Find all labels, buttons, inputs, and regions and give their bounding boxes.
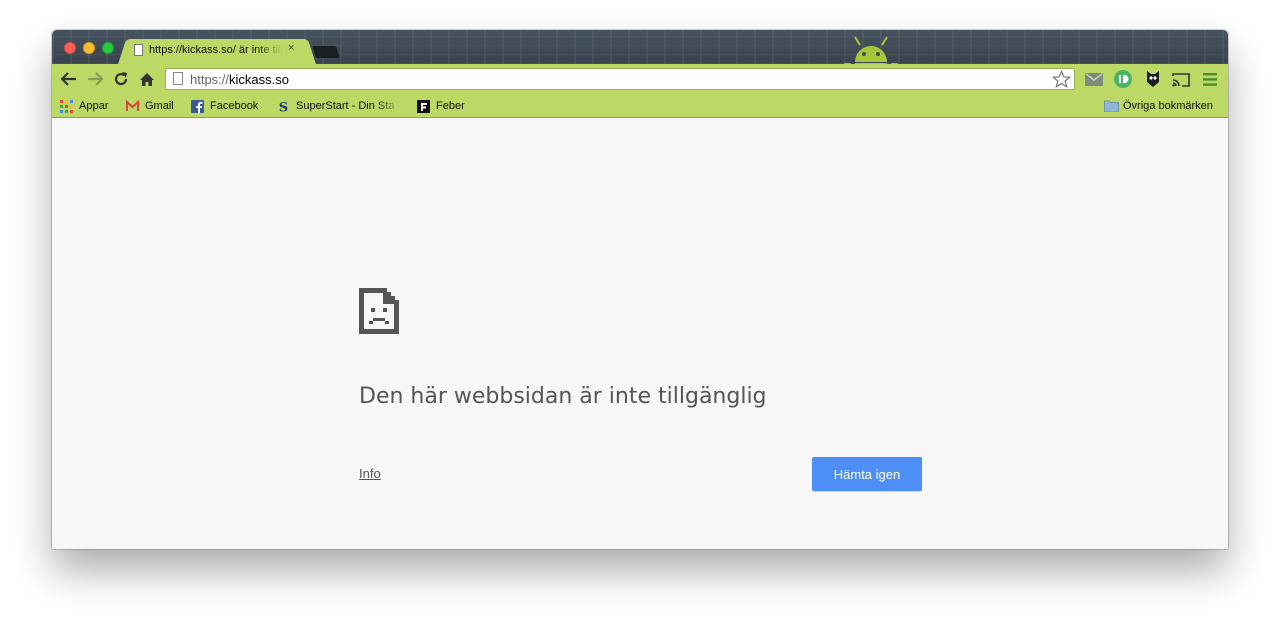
close-window-button[interactable] bbox=[64, 42, 76, 54]
other-bookmarks-folder[interactable]: Övriga bokmärken bbox=[1104, 98, 1213, 114]
hootsuite-owl-icon bbox=[1147, 71, 1159, 87]
forward-arrow-icon bbox=[88, 72, 103, 86]
page-icon bbox=[134, 44, 143, 56]
gmail-checker-button[interactable] bbox=[1085, 70, 1103, 88]
back-arrow-icon bbox=[61, 72, 76, 86]
zoom-window-button[interactable] bbox=[102, 42, 114, 54]
page-icon bbox=[173, 72, 183, 85]
pushbullet-icon bbox=[1114, 70, 1132, 88]
svg-text:S: S bbox=[279, 100, 288, 113]
reload-page-button[interactable]: Hämta igen bbox=[812, 457, 922, 491]
other-bookmarks-label: Övriga bokmärken bbox=[1123, 100, 1213, 112]
menu-icon bbox=[1203, 72, 1217, 86]
bookmark-label: Facebook bbox=[210, 100, 259, 112]
bookmark-label: Feber bbox=[436, 100, 465, 112]
forward-button[interactable] bbox=[85, 69, 105, 89]
gmail-checker-icon bbox=[1085, 72, 1103, 86]
bookmark-label: SuperStart - Din Sta bbox=[296, 100, 395, 112]
url-text[interactable]: https://kickass.so bbox=[190, 72, 289, 87]
facebook-icon bbox=[191, 99, 204, 113]
feber-icon bbox=[417, 99, 430, 113]
folder-icon bbox=[1104, 100, 1119, 112]
bookmark-facebook[interactable]: Facebook bbox=[191, 98, 258, 114]
chrome-menu-button[interactable] bbox=[1201, 70, 1219, 88]
tab-close-icon[interactable]: × bbox=[288, 42, 294, 54]
error-heading: Den här webbsidan är inte tillgänglig bbox=[359, 384, 767, 409]
back-button[interactable] bbox=[59, 69, 79, 89]
bookmark-gmail[interactable]: Gmail bbox=[126, 98, 174, 114]
browser-toolbar: https://kickass.so bbox=[52, 64, 1228, 94]
browser-window: https://kickass.so/ är inte tillgänglig … bbox=[52, 30, 1228, 549]
cast-icon bbox=[1172, 72, 1190, 87]
bookmark-label: Appar bbox=[79, 100, 109, 112]
bookmark-label: Gmail bbox=[145, 100, 174, 112]
cast-button[interactable] bbox=[1172, 70, 1190, 88]
active-tab[interactable]: https://kickass.so/ är inte tillgänglig … bbox=[128, 39, 306, 65]
reload-icon bbox=[114, 72, 128, 86]
tab-strip: https://kickass.so/ är inte tillgänglig … bbox=[52, 30, 1228, 65]
bookmarks-bar: Appar Gmail Facebook S SuperStart - Din … bbox=[52, 94, 1228, 118]
new-tab-button[interactable] bbox=[312, 46, 340, 58]
star-icon[interactable] bbox=[1052, 70, 1071, 89]
apps-grid-icon bbox=[60, 99, 73, 113]
minimize-window-button[interactable] bbox=[83, 42, 95, 54]
url-scheme: https:// bbox=[190, 72, 230, 87]
address-bar[interactable]: https://kickass.so bbox=[165, 68, 1075, 90]
home-button[interactable] bbox=[137, 69, 157, 89]
gmail-icon bbox=[126, 99, 139, 111]
reload-button[interactable] bbox=[111, 69, 131, 89]
pushbullet-button[interactable] bbox=[1114, 70, 1132, 88]
bookmark-feber[interactable]: Feber bbox=[417, 98, 465, 114]
superstart-icon: S bbox=[279, 100, 288, 113]
hootsuite-button[interactable] bbox=[1144, 70, 1162, 88]
url-host: kickass.so bbox=[229, 72, 289, 87]
tab-title: https://kickass.so/ är inte tillgänglig bbox=[149, 44, 283, 56]
info-link[interactable]: Info bbox=[359, 466, 381, 481]
bookmark-appar[interactable]: Appar bbox=[60, 98, 108, 114]
error-page: Den här webbsidan är inte tillgänglig In… bbox=[52, 118, 1228, 549]
home-icon bbox=[140, 72, 154, 86]
bookmark-superstart[interactable]: S SuperStart - Din Sta bbox=[277, 98, 400, 114]
android-theme-icon bbox=[844, 36, 898, 64]
sad-page-icon bbox=[359, 288, 399, 334]
